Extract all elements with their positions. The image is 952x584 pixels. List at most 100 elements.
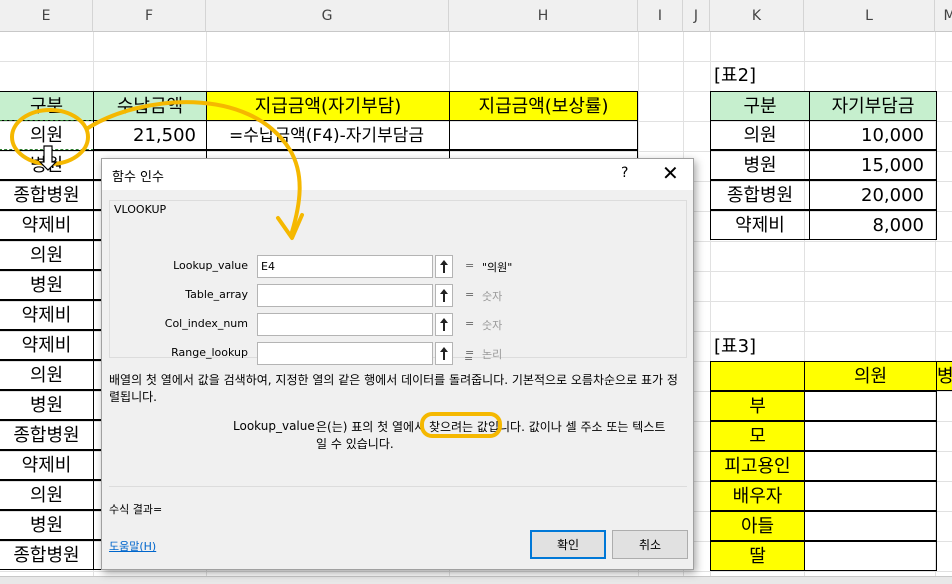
arg-label: Table_array (185, 288, 248, 301)
cell-e4-category[interactable]: 의원 (0, 120, 94, 150)
collapse-dialog-button[interactable] (435, 313, 453, 336)
table1-category-cell[interactable]: 병원 (0, 270, 94, 300)
table3-row-label[interactable]: 배우자 (710, 481, 805, 511)
table3-row-label[interactable]: 딸 (710, 541, 805, 571)
formula-result: 수식 결과= (109, 503, 163, 516)
divider (109, 486, 687, 487)
arg-input[interactable] (257, 313, 433, 336)
dialog-title: 함수 인수 (112, 170, 164, 185)
collapse-dialog-button[interactable] (435, 284, 453, 307)
table3-row-label[interactable]: 모 (710, 421, 805, 451)
table3-header-blank[interactable] (710, 361, 805, 391)
table2-amount-cell[interactable]: 20,000 (809, 180, 937, 210)
table2-title[interactable]: [표2] (714, 61, 794, 91)
function-description: 배열의 첫 열에서 값을 검색하여, 지정한 열의 같은 행에서 데이터를 돌려… (109, 373, 678, 404)
cell-f4-amount[interactable]: 21,500 (93, 120, 207, 150)
table2-header-amount[interactable]: 자기부담금 (809, 91, 937, 121)
table3-row-label[interactable]: 부 (710, 391, 805, 421)
arg-description-name: Lookup_value (233, 419, 315, 433)
table2-amount-cell[interactable]: 10,000 (809, 120, 937, 150)
table3-empty-cell[interactable] (804, 421, 937, 451)
table3-empty-cell[interactable] (804, 481, 937, 511)
table3-header-hospital[interactable]: 병원 (936, 361, 952, 391)
header-payment[interactable]: 수납금액 (93, 91, 207, 121)
grid-hline (0, 61, 952, 62)
table2-amount-cell[interactable]: 8,000 (809, 210, 937, 240)
column-header[interactable]: F (93, 0, 206, 32)
arg-input[interactable]: E4 (257, 255, 433, 278)
table3-empty-cell[interactable] (804, 451, 937, 481)
function-arguments-dialog: 함수 인수 ? ✕ VLOOKUP Lookup_value E4 = "의원" Tab… (101, 158, 694, 570)
column-header[interactable]: M (935, 0, 952, 32)
table3-header-clinic[interactable]: 의원 (804, 361, 937, 391)
header-pay-self[interactable]: 지급금액(자기부담) (206, 91, 450, 121)
arg-label: Lookup_value (173, 259, 248, 272)
column-header[interactable]: E (0, 0, 93, 32)
table1-category-cell[interactable]: 의원 (0, 360, 94, 390)
arg-input[interactable] (257, 342, 433, 365)
arg-result: 논리 (482, 348, 503, 361)
table2-category-cell[interactable]: 약제비 (710, 210, 810, 240)
table1-category-cell[interactable]: 병원 (0, 390, 94, 420)
table1-category-cell[interactable]: 약제비 (0, 300, 94, 330)
collapse-arrow-icon (440, 347, 448, 360)
table3-empty-cell[interactable] (804, 541, 937, 571)
table3-empty-cell[interactable] (804, 391, 937, 421)
table1-category-cell[interactable]: 병원 (0, 510, 94, 540)
table3-row-label[interactable]: 아들 (710, 511, 805, 541)
arg-equals: = (465, 259, 475, 272)
table1-category-cell[interactable]: 약제비 (0, 210, 94, 240)
column-header[interactable]: K (710, 0, 804, 32)
table2-category-cell[interactable]: 병원 (710, 150, 810, 180)
grid-hline (0, 571, 952, 572)
collapse-arrow-icon (440, 289, 448, 302)
function-name: VLOOKUP (114, 203, 167, 216)
collapse-dialog-button[interactable] (435, 255, 453, 278)
column-header[interactable]: H (449, 0, 638, 32)
help-link[interactable]: 도움말(H) (109, 538, 156, 554)
header-pay-ratio[interactable]: 지급금액(보상률) (449, 91, 638, 121)
arg-label: Range_lookup (171, 346, 248, 359)
table3-title[interactable]: [표3] (714, 332, 794, 362)
table1-category-cell[interactable]: 의원 (0, 480, 94, 510)
table2-header-category[interactable]: 구분 (710, 91, 810, 121)
table1-category-cell[interactable]: 의원 (0, 240, 94, 270)
arg-result: 숫자 (482, 319, 503, 332)
table3-empty-cell[interactable] (804, 511, 937, 541)
table2-amount-cell[interactable]: 15,000 (809, 150, 937, 180)
table2-category-cell[interactable]: 의원 (710, 120, 810, 150)
collapse-arrow-icon (440, 260, 448, 273)
collapse-dialog-button[interactable] (435, 342, 453, 365)
arg-input[interactable] (257, 284, 433, 307)
arg-result: "의원" (482, 261, 513, 274)
arg-equals: = (465, 288, 475, 301)
dialog-body: VLOOKUP Lookup_value E4 = "의원" Table_array = 숫… (102, 190, 693, 569)
cell-g4-formula[interactable]: =수납금액(F4)-자기부담금 (206, 120, 450, 150)
help-icon[interactable]: ? (621, 165, 628, 181)
arg-label: Col_index_num (164, 317, 248, 330)
overall-equals: = (464, 352, 474, 365)
column-header[interactable]: J (683, 0, 710, 32)
table1-category-cell[interactable]: 종합병원 (0, 540, 94, 570)
dialog-titlebar[interactable]: 함수 인수 ? ✕ (102, 159, 693, 190)
ok-button[interactable]: 확인 (530, 530, 606, 559)
table1-category-cell[interactable]: 종합병원 (0, 180, 94, 210)
column-header[interactable]: L (804, 0, 935, 32)
table2-category-cell[interactable]: 종합병원 (710, 180, 810, 210)
table3-row-label[interactable]: 피고용인 (710, 451, 805, 481)
table1-category-cell[interactable]: 종합병원 (0, 420, 94, 450)
column-header[interactable]: I (638, 0, 683, 32)
cancel-button[interactable]: 취소 (612, 530, 688, 559)
table1-category-cell[interactable]: 약제비 (0, 450, 94, 480)
close-icon[interactable]: ✕ (662, 163, 679, 183)
table1-category-cell[interactable]: 병원 (0, 150, 94, 180)
arg-result: 숫자 (482, 290, 503, 303)
collapse-arrow-icon (440, 318, 448, 331)
horizontal-scrollbar[interactable] (0, 576, 952, 584)
cell-h4[interactable] (449, 120, 638, 150)
arg-equals: = (465, 317, 475, 330)
header-category[interactable]: 구분 (0, 91, 94, 121)
arg-description-text: 은(는) 표의 첫 열에서 찾으려는 값입니다. 값이나 셀 주소 또는 텍스트… (316, 420, 666, 451)
table1-category-cell[interactable]: 약제비 (0, 330, 94, 360)
column-header[interactable]: G (206, 0, 449, 32)
